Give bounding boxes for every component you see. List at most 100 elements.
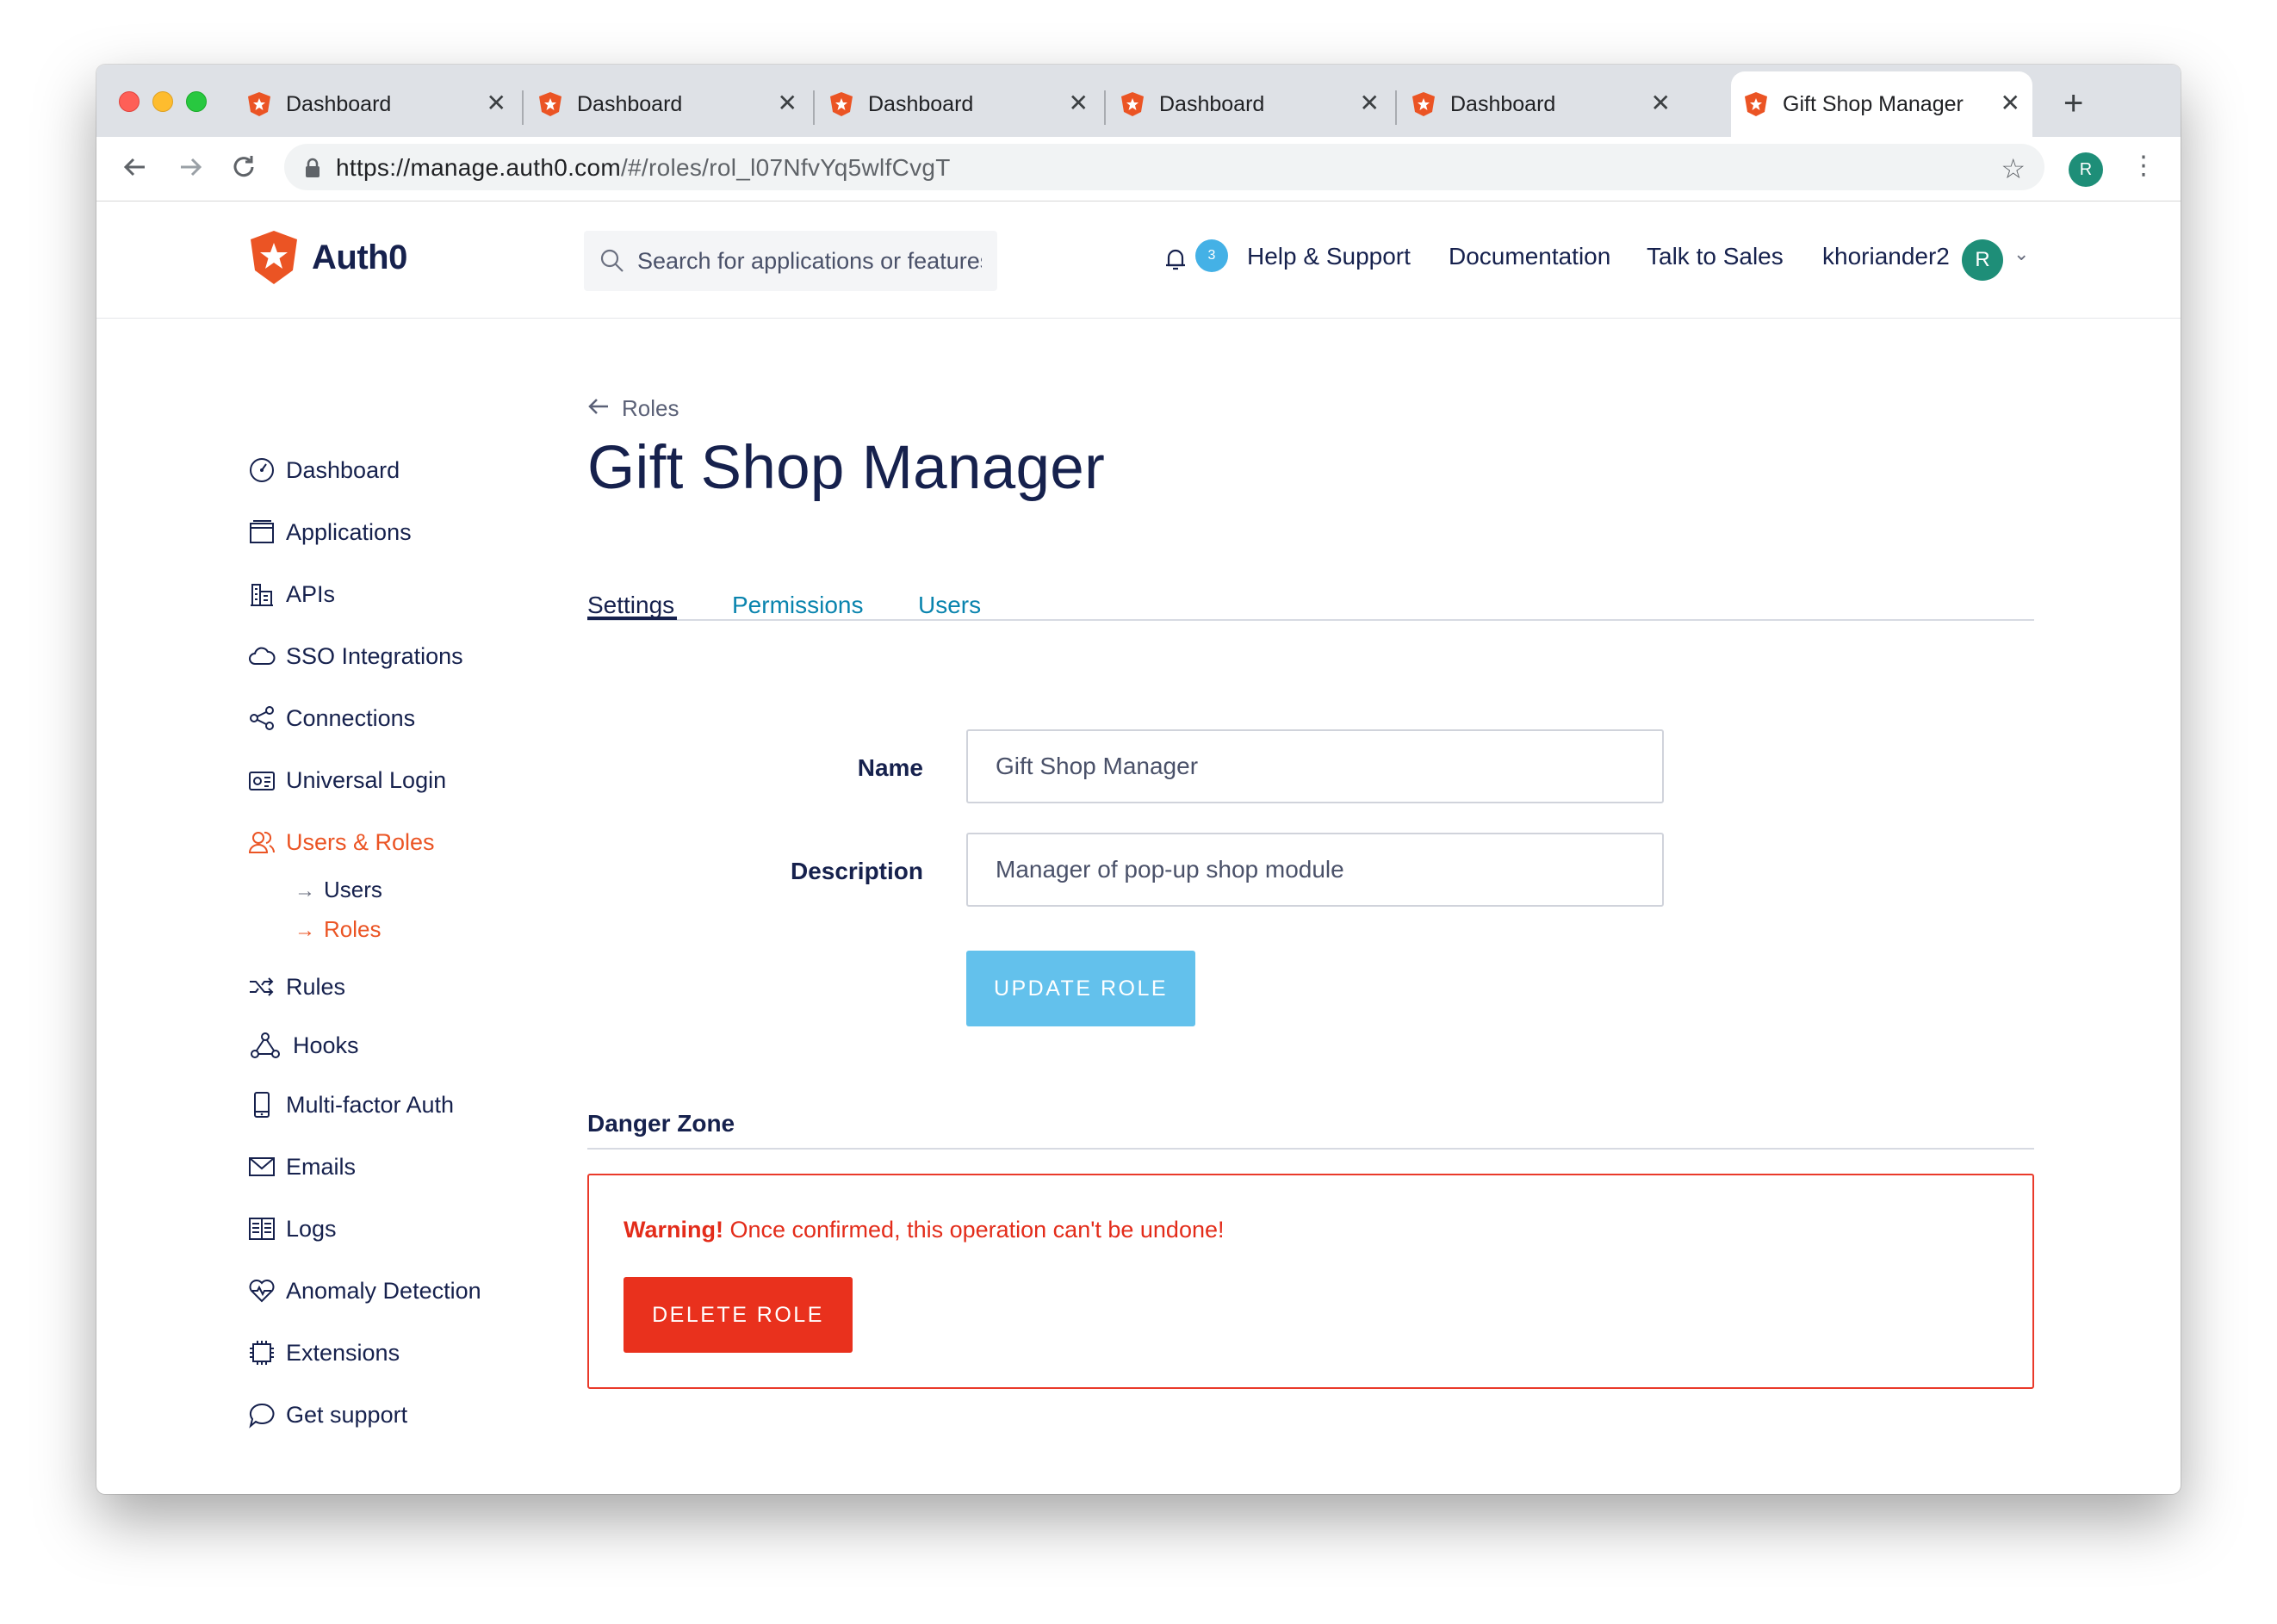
browser-tab[interactable]: Dashboard ✕ (234, 71, 518, 137)
sidebar-item-connections[interactable]: Connections (248, 704, 415, 732)
danger-zone-divider (587, 1148, 2034, 1150)
description-field[interactable] (966, 833, 1664, 907)
sidebar-item-label: Emails (286, 1153, 357, 1180)
close-icon[interactable]: ✕ (1651, 89, 1671, 117)
cloud-icon (249, 647, 276, 665)
sidebar-item-label: Hooks (293, 1032, 359, 1058)
search-box[interactable] (584, 231, 997, 291)
browser-window-icon (250, 520, 274, 543)
auth0-logo[interactable]: Auth0 (248, 229, 407, 286)
bell-icon[interactable] (1164, 246, 1187, 276)
back-arrow-icon[interactable] (121, 152, 150, 188)
chip-icon (250, 1341, 274, 1365)
sidebar-item-label: Applications (286, 518, 412, 545)
arrow-left-icon (587, 395, 610, 422)
tab-title: Gift Shop Manager (1783, 91, 1964, 116)
forward-arrow-icon[interactable] (176, 152, 205, 188)
tab-permissions[interactable]: Permissions (732, 592, 863, 619)
auth0-favicon-icon (1411, 91, 1436, 117)
close-icon[interactable]: ✕ (778, 89, 797, 117)
tab-divider (1104, 90, 1106, 125)
sidebar-item-emails[interactable]: Emails (248, 1153, 356, 1181)
sidebar-item-label: Connections (286, 704, 416, 731)
sidebar-subitem-roles[interactable]: → Roles (295, 916, 381, 943)
sidebar-item-apis[interactable]: APIs (248, 580, 335, 608)
name-field[interactable] (966, 729, 1664, 803)
notification-count-badge[interactable]: 3 (1195, 239, 1228, 272)
browser-tab[interactable]: Dashboard ✕ (525, 71, 810, 137)
browser-tab[interactable]: Dashboard ✕ (816, 71, 1101, 137)
page-title: Gift Shop Manager (587, 434, 1106, 502)
danger-zone-heading: Danger Zone (587, 1110, 735, 1137)
username[interactable]: khoriander2 (1822, 243, 1950, 270)
auth0-favicon-icon (1120, 91, 1145, 117)
close-icon[interactable]: ✕ (487, 89, 506, 117)
auth0-favicon-icon (1743, 91, 1769, 117)
minimize-window-button[interactable] (152, 91, 173, 112)
delete-role-button[interactable]: DELETE ROLE (624, 1277, 853, 1353)
share-nodes-icon (250, 706, 274, 730)
sidebar-item-anomaly-detection[interactable]: Anomaly Detection (248, 1277, 481, 1305)
sidebar-item-sso-integrations[interactable]: SSO Integrations (248, 642, 463, 670)
sidebar-item-rules[interactable]: Rules (248, 973, 345, 1001)
address-bar[interactable]: https://manage.auth0.com/#/roles/rol_l07… (284, 144, 2044, 190)
sidebar-item-hooks[interactable]: Hooks (248, 1032, 359, 1059)
documentation-link[interactable]: Documentation (1449, 243, 1610, 270)
sidebar-item-logs[interactable]: Logs (248, 1215, 337, 1243)
sidebar-item-dashboard[interactable]: Dashboard (248, 456, 400, 484)
browser-menu-icon[interactable]: ⋮ (2131, 151, 2156, 181)
chat-bubble-icon (249, 1403, 275, 1429)
lock-icon (303, 158, 322, 183)
browser-tab-active[interactable]: Gift Shop Manager ✕ (1731, 71, 2032, 137)
help-support-link[interactable]: Help & Support (1247, 243, 1411, 270)
close-icon[interactable]: ✕ (1069, 89, 1089, 117)
avatar[interactable]: R (1962, 239, 2003, 281)
bookmark-star-icon[interactable]: ☆ (2001, 152, 2026, 185)
auth0-shield-icon (248, 229, 300, 286)
sidebar-item-applications[interactable]: Applications (248, 518, 412, 546)
sidebar-item-users-roles[interactable]: Users & Roles (248, 828, 435, 856)
tab-title: Dashboard (1159, 91, 1265, 116)
tab-divider (813, 90, 815, 125)
talk-to-sales-link[interactable]: Talk to Sales (1647, 243, 1784, 270)
brand-name: Auth0 (312, 238, 407, 276)
tab-users[interactable]: Users (918, 592, 981, 619)
sidebar-item-extensions[interactable]: Extensions (248, 1339, 400, 1367)
sidebar-subitem-users[interactable]: → Users (295, 877, 382, 903)
warning-body: Once confirmed, this operation can't be … (723, 1217, 1225, 1243)
maximize-window-button[interactable] (186, 91, 207, 112)
tab-title: Dashboard (286, 91, 392, 116)
search-input[interactable] (636, 245, 983, 277)
tab-strip: Dashboard ✕ Dashboard ✕ Dashboard ✕ Dash… (96, 65, 2181, 137)
sidebar-subitem-label: Users (324, 877, 382, 902)
sidebar-item-universal-login[interactable]: Universal Login (248, 766, 446, 794)
breadcrumb[interactable]: Roles (587, 395, 679, 422)
close-icon[interactable]: ✕ (1360, 89, 1380, 117)
tab-divider (522, 90, 524, 125)
tab-title: Dashboard (1450, 91, 1556, 116)
sidebar-item-get-support[interactable]: Get support (248, 1401, 407, 1429)
sidebar-item-label: Logs (286, 1215, 337, 1242)
search-icon (599, 248, 625, 278)
update-role-button[interactable]: UPDATE ROLE (966, 951, 1195, 1026)
new-tab-button[interactable]: + (2063, 86, 2083, 121)
reload-icon[interactable] (229, 152, 258, 188)
browser-tab[interactable]: Dashboard ✕ (1399, 71, 1683, 137)
description-label: Description (790, 858, 923, 884)
browser-profile-avatar[interactable]: R (2069, 152, 2103, 187)
sidebar-item-multi-factor-auth[interactable]: Multi-factor Auth (248, 1091, 454, 1119)
sidebar-item-label: Extensions (286, 1339, 400, 1366)
close-icon[interactable]: ✕ (2001, 89, 2020, 117)
browser-tab[interactable]: Dashboard ✕ (1107, 71, 1392, 137)
gauge-icon (250, 458, 274, 482)
chevron-down-icon[interactable]: ⌄ (2013, 243, 2029, 265)
url-host: https://manage.auth0.com (336, 154, 621, 181)
tab-settings[interactable]: Settings (587, 592, 674, 619)
auth0-favicon-icon (246, 91, 272, 117)
hooks-icon (251, 1032, 280, 1058)
warning-message: Warning! Once confirmed, this operation … (624, 1217, 1225, 1243)
tabs-divider (587, 619, 2034, 621)
sidebar-item-label: Users & Roles (286, 828, 435, 855)
buildings-icon (251, 584, 273, 606)
close-window-button[interactable] (119, 91, 140, 112)
